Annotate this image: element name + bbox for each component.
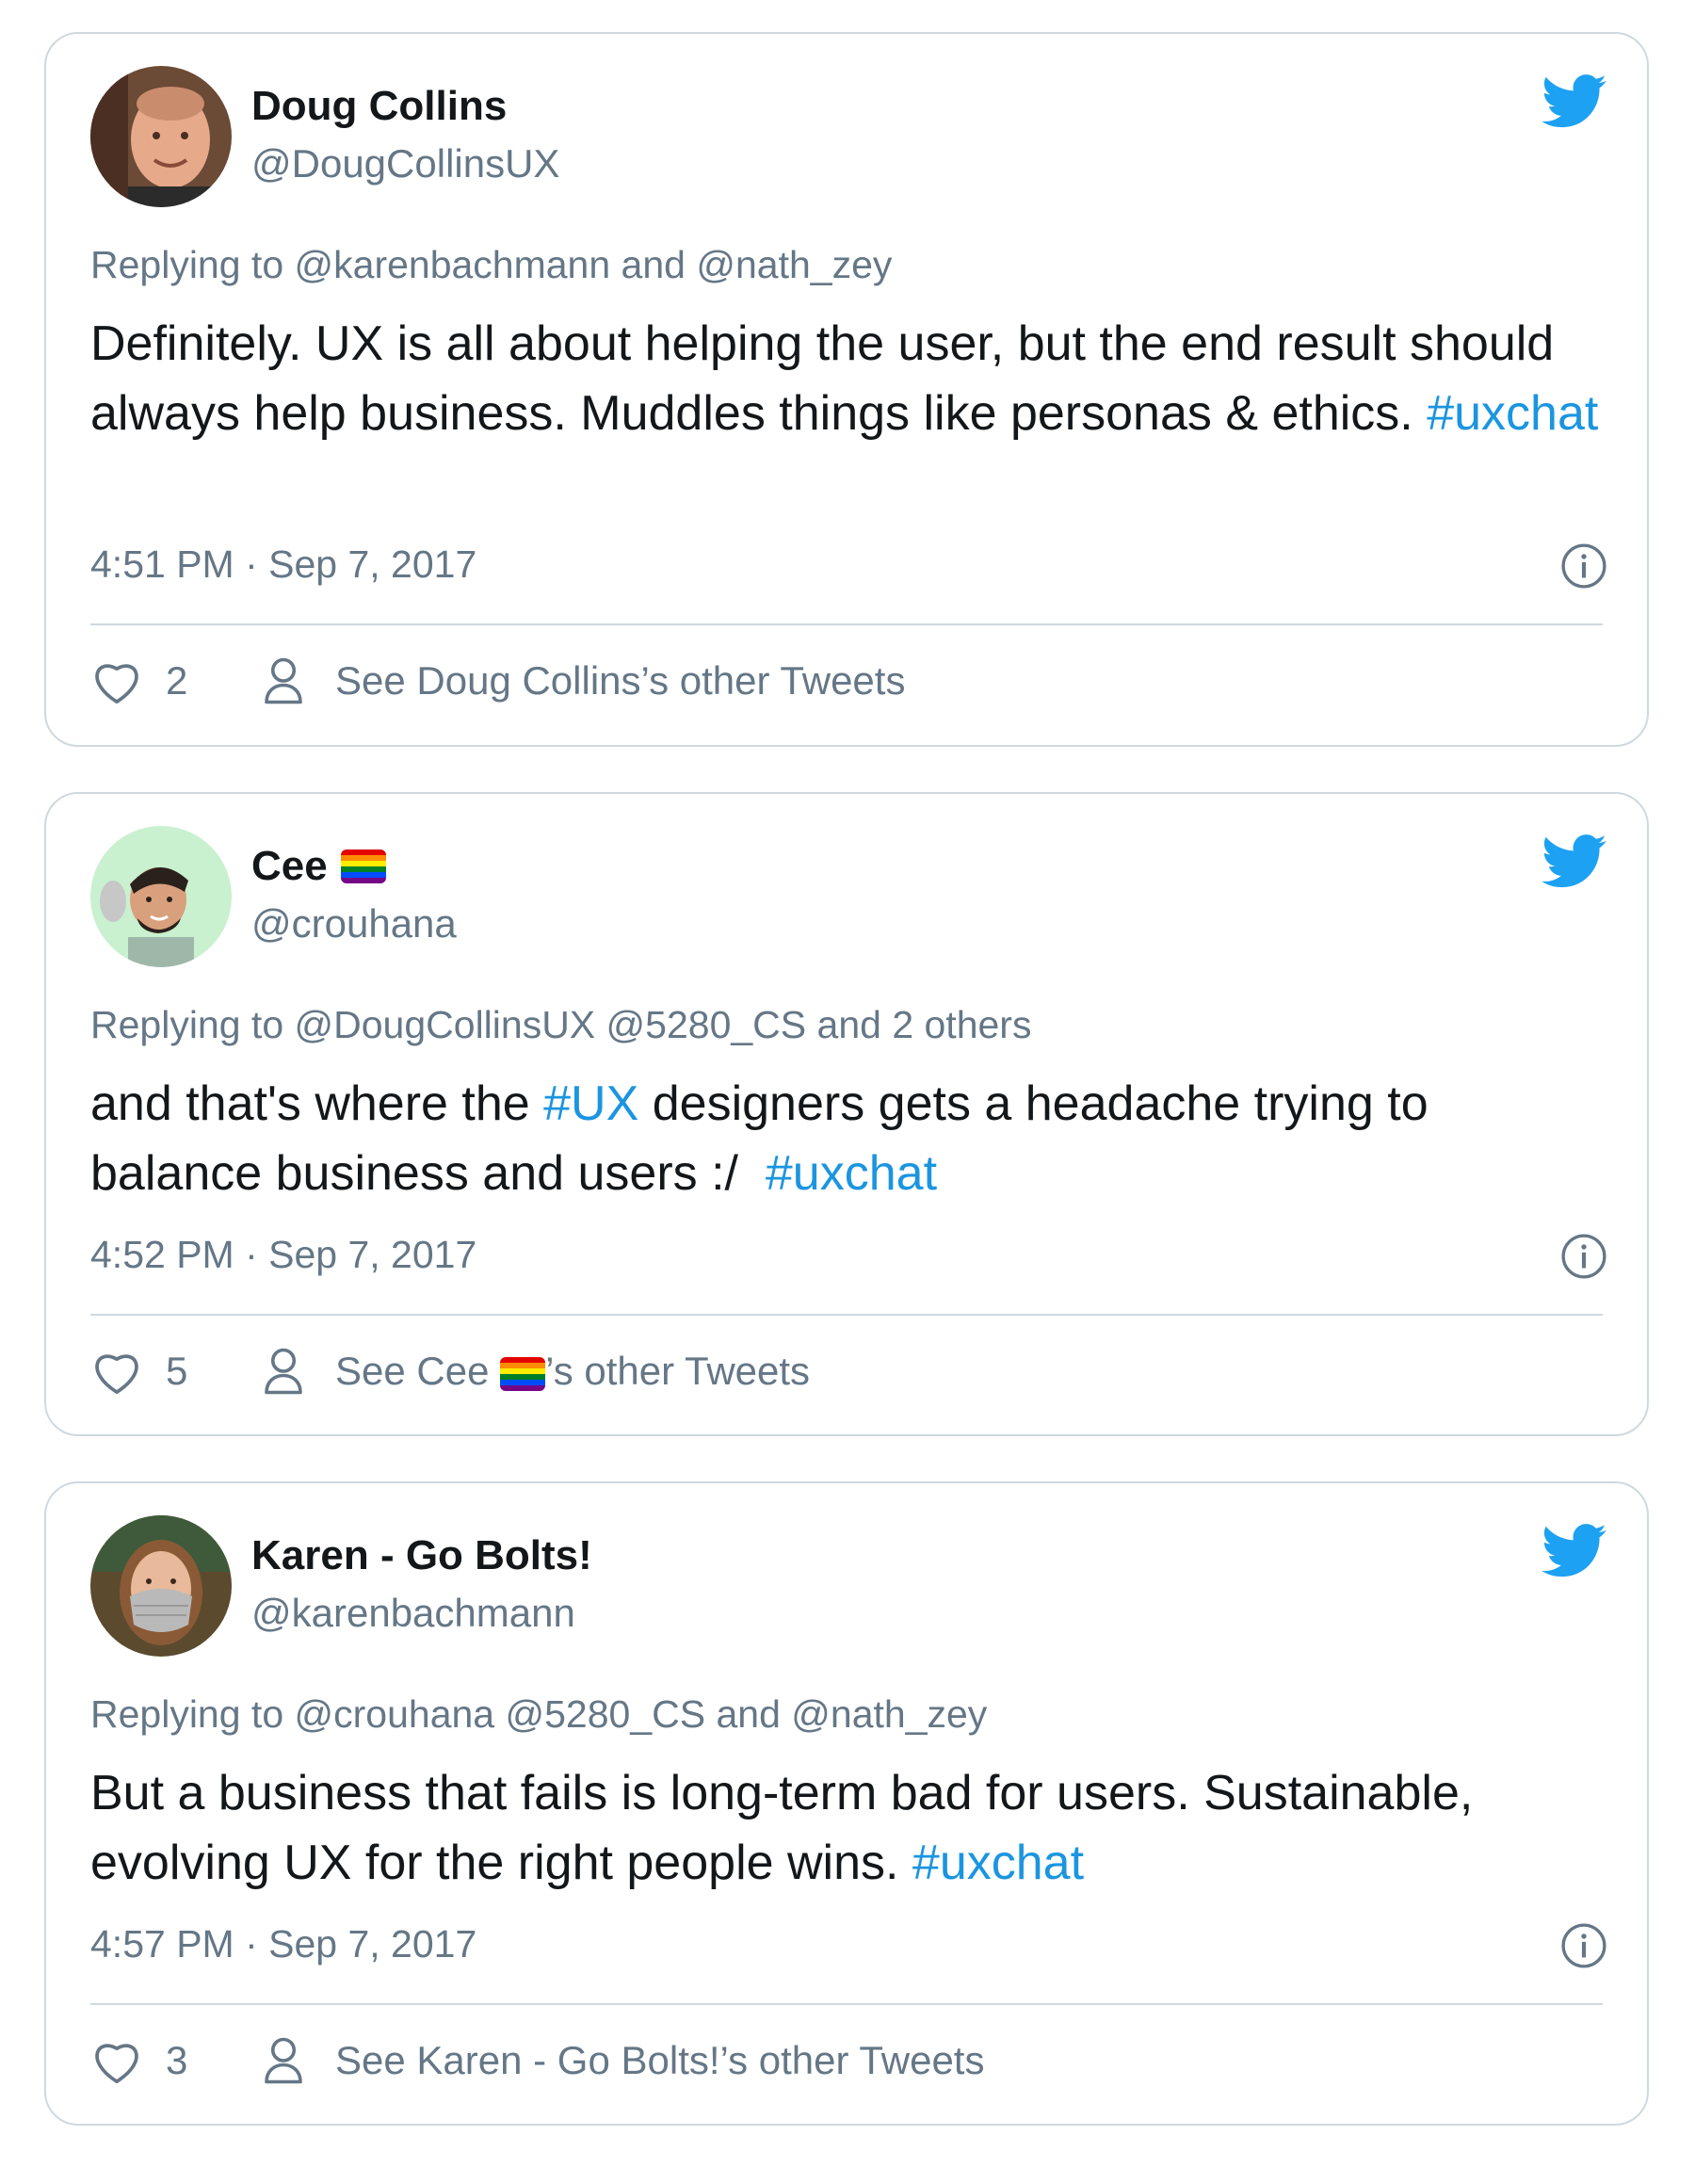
twitter-bird-icon[interactable] [1542,833,1607,890]
replying-to-users[interactable]: @karenbachmann and @nath_zey [295,243,893,286]
person-icon [265,657,302,704]
doug-collins-avatar-image [90,66,232,207]
display-name-text: Cee [251,843,328,889]
display-name-text: Karen - Go Bolts! [251,1532,592,1578]
heart-icon[interactable] [90,1347,143,1396]
tweet-text-content: But a business that fails is long-term b… [90,1766,1474,1890]
see-other-tweets-suffix: ’s other Tweets [545,1349,811,1393]
see-other-tweets-prefix: See Cee [335,1349,501,1393]
person-icon [265,2037,302,2084]
replying-to: Replying to @crouhana @5280_CS and @nath… [90,1692,987,1737]
timestamp[interactable]: 4:51 PM · Sep 7, 2017 [90,542,476,587]
heart-icon[interactable] [90,2036,143,2085]
tweet-actions: 5 See Cee ’s other Tweets [90,1346,810,1397]
karen-avatar-image [90,1515,232,1657]
user-handle[interactable]: @DougCollinsUX [251,141,559,186]
display-name[interactable]: Doug Collins [251,83,507,130]
user-handle[interactable]: @crouhana [251,901,457,946]
tweet-text-content: Definitely. UX is all about helping the … [90,316,1555,441]
tweet-card[interactable]: Karen - Go Bolts! @karenbachmann Replyin… [44,1481,1649,2126]
replying-to-users[interactable]: @DougCollinsUX @5280_CS and 2 others [295,1003,1032,1046]
replying-to: Replying to @karenbachmann and @nath_zey [90,243,892,287]
like-count: 2 [166,658,188,703]
see-other-tweets-link[interactable]: See Karen - Go Bolts!’s other Tweets [335,2038,984,2083]
tweet-card[interactable]: Cee @crouhana Replying to @DougCollinsUX… [44,792,1649,1436]
cee-avatar-image [90,826,232,967]
timestamp[interactable]: 4:52 PM · Sep 7, 2017 [90,1233,476,1277]
hashtag-link[interactable]: #UX [543,1076,638,1131]
timestamp[interactable]: 4:57 PM · Sep 7, 2017 [90,1922,476,1966]
see-other-tweets-link[interactable]: See Doug Collins’s other Tweets [335,658,905,704]
heart-icon[interactable] [90,656,143,705]
replying-prefix: Replying to [90,243,295,286]
see-other-tweets-link[interactable]: See Cee ’s other Tweets [335,1349,810,1394]
person-icon [265,1348,302,1395]
tweet-text-start: and that's where the [90,1076,544,1131]
twitter-bird-icon[interactable] [1542,1523,1607,1579]
avatar[interactable] [90,66,232,207]
tweet-text: and that's where the #UX designers gets … [90,1069,1609,1208]
info-icon[interactable] [1560,1922,1607,1969]
display-name-text: Doug Collins [251,83,508,129]
hashtag-link[interactable]: #uxchat [1427,386,1598,441]
tweet-card[interactable]: Doug Collins @DougCollinsUX Replying to … [44,32,1649,747]
tweet-actions: 2 See Doug Collins’s other Tweets [90,655,905,706]
hashtag-link[interactable]: #uxchat [766,1146,937,1201]
divider [90,2003,1603,2005]
user-handle[interactable]: @karenbachmann [251,1591,575,1636]
replying-prefix: Replying to [90,1692,295,1736]
divider [90,623,1603,625]
avatar[interactable] [90,826,232,967]
tweet-text: But a business that fails is long-term b… [90,1758,1609,1898]
display-name[interactable]: Karen - Go Bolts! [251,1532,592,1579]
info-icon[interactable] [1560,1233,1607,1280]
info-icon[interactable] [1560,542,1607,590]
replying-to-users[interactable]: @crouhana @5280_CS and @nath_zey [295,1692,988,1736]
rainbow-flag-icon [340,849,386,883]
tweet-text: Definitely. UX is all about helping the … [90,309,1609,448]
avatar[interactable] [90,1515,232,1657]
like-count: 3 [166,2038,188,2082]
divider [90,1314,1603,1316]
hashtag-link[interactable]: #uxchat [912,1836,1084,1890]
display-name[interactable]: Cee [251,843,386,890]
replying-prefix: Replying to [90,1003,295,1046]
tweet-actions: 3 See Karen - Go Bolts!’s other Tweets [90,2035,984,2086]
like-count: 5 [166,1349,188,1393]
replying-to: Replying to @DougCollinsUX @5280_CS and … [90,1003,1031,1047]
twitter-bird-icon[interactable] [1542,73,1607,130]
rainbow-flag-icon [500,1356,546,1391]
